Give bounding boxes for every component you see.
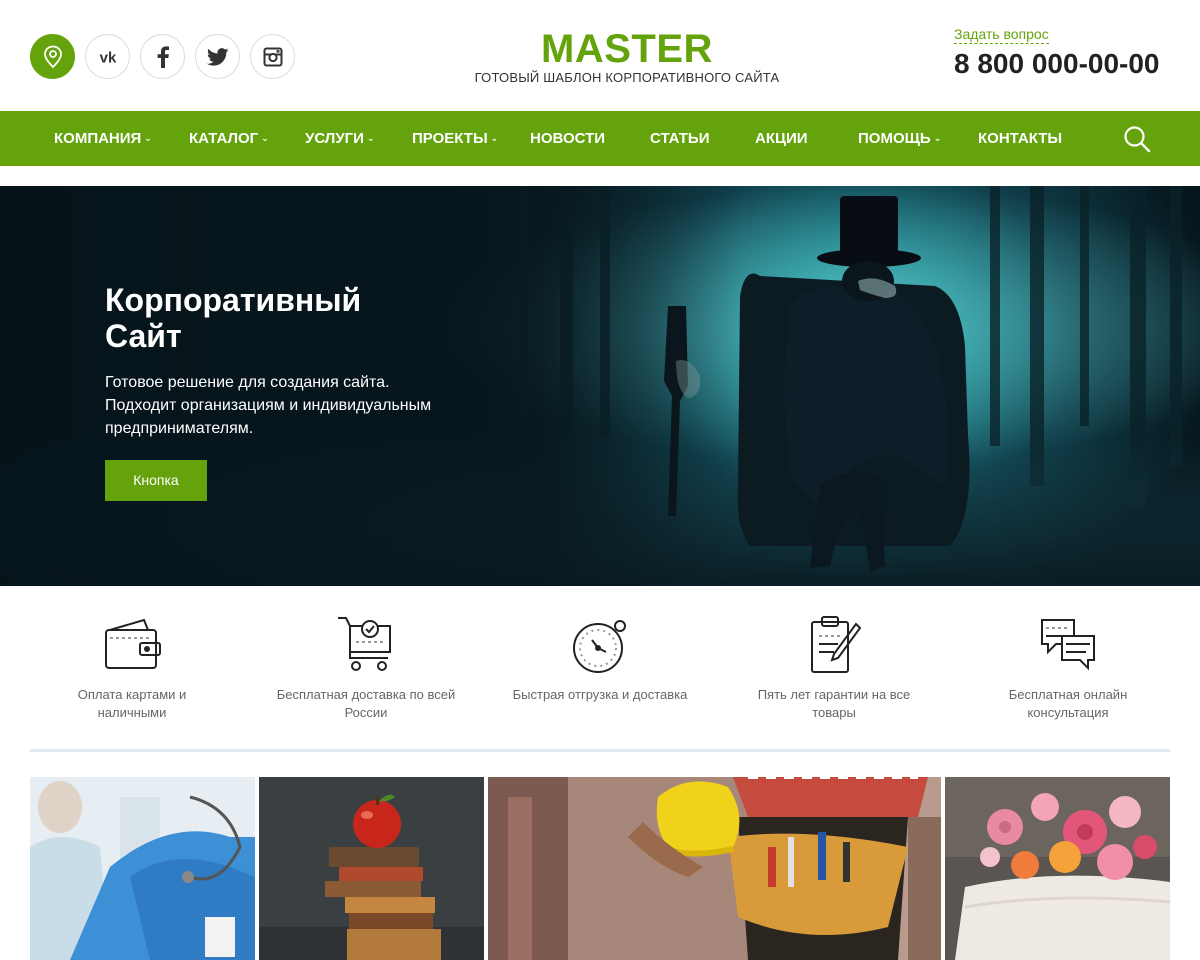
doctor-image[interactable] bbox=[30, 777, 255, 960]
nav-item-label: ПОМОЩЬ bbox=[858, 130, 931, 147]
feature-label: Пять лет гарантии на все товары bbox=[757, 687, 911, 720]
section-divider bbox=[30, 749, 1170, 752]
nav-item-news[interactable]: НОВОСТИ bbox=[530, 111, 605, 166]
hero-banner: Корпоративный Сайт Готовое решение для с… bbox=[0, 186, 1200, 586]
feature-consultation: Бесплатная онлайн консультация bbox=[978, 612, 1158, 722]
search-icon[interactable] bbox=[1122, 124, 1152, 154]
books-apple-image[interactable] bbox=[259, 777, 484, 960]
chevron-down-icon: ⌄ bbox=[144, 133, 152, 143]
chevron-down-icon: ⌄ bbox=[933, 133, 942, 143]
chevron-down-icon: ⌄ bbox=[261, 133, 269, 143]
main-nav: КОМПАНИЯ ⌄ КАТАЛОГ ⌄ УСЛУГИ ⌄ ПРОЕКТЫ ⌄ НОВО… bbox=[0, 111, 1200, 166]
site-header: vk MASTER ГОТОВЫЙ ШАБЛОН КОРПОРАТИВНОГО … bbox=[0, 0, 1200, 111]
feature-shipping: Быстрая отгрузка и доставка bbox=[510, 612, 690, 704]
chat-bubbles-icon bbox=[1041, 619, 1095, 671]
nav-item-help[interactable]: ПОМОЩЬ ⌄ bbox=[858, 111, 941, 166]
feature-payment: Оплата картами и наличными bbox=[42, 612, 222, 722]
nav-item-promotions[interactable]: АКЦИИ bbox=[755, 111, 808, 166]
phone-number[interactable]: 8 800 000-00-00 bbox=[954, 48, 1170, 80]
nav-item-company[interactable]: КОМПАНИЯ ⌄ bbox=[54, 111, 152, 166]
chevron-down-icon: ⌄ bbox=[366, 133, 375, 143]
nav-item-contacts[interactable]: КОНТАКТЫ bbox=[978, 111, 1062, 166]
nav-item-articles[interactable]: СТАТЬИ bbox=[650, 111, 710, 166]
nav-item-label: КОМПАНИЯ bbox=[54, 130, 142, 147]
hero-button[interactable]: Кнопка bbox=[105, 460, 207, 501]
nav-item-label: ПРОЕКТЫ bbox=[412, 130, 488, 147]
chevron-down-icon: ⌄ bbox=[490, 133, 499, 143]
nav-item-label: СТАТЬИ bbox=[650, 130, 710, 147]
nav-item-label: КАТАЛОГ bbox=[189, 130, 259, 147]
feature-label: Бесплатная онлайн консультация bbox=[1008, 687, 1128, 720]
nav-item-projects[interactable]: ПРОЕКТЫ ⌄ bbox=[412, 111, 498, 166]
category-tiles bbox=[0, 777, 1200, 960]
ask-question-link[interactable]: Задать вопрос bbox=[954, 26, 1049, 44]
feature-label: Оплата картами и наличными bbox=[77, 687, 187, 720]
hero-description: Готовое решение для создания сайта. Подх… bbox=[105, 374, 432, 437]
nav-item-label: НОВОСТИ bbox=[530, 130, 606, 147]
wallet-icon bbox=[105, 618, 161, 669]
clipboard-pen-icon bbox=[811, 616, 862, 673]
nav-item-services[interactable]: УСЛУГИ ⌄ bbox=[305, 111, 374, 166]
header-contact: Задать вопрос 8 800 000-00-00 bbox=[954, 26, 1170, 80]
features-row: Оплата картами и наличными Бесплатная до… bbox=[0, 600, 1200, 730]
nav-item-catalog[interactable]: КАТАЛОГ ⌄ bbox=[189, 111, 269, 166]
cart-check-icon bbox=[338, 617, 391, 671]
nav-item-label: УСЛУГИ bbox=[305, 130, 364, 147]
worker-tools-image[interactable] bbox=[488, 777, 941, 960]
cake-flowers-image[interactable] bbox=[945, 777, 1170, 960]
feature-warranty: Пять лет гарантии на все товары bbox=[744, 612, 924, 722]
feature-delivery: Бесплатная доставка по всей России bbox=[276, 612, 456, 722]
nav-item-label: АКЦИИ bbox=[755, 130, 808, 147]
hero-title: Корпоративный Сайт bbox=[105, 282, 362, 354]
feature-label: Быстрая отгрузка и доставка bbox=[512, 687, 688, 702]
nav-item-label: КОНТАКТЫ bbox=[978, 130, 1063, 147]
feature-label: Бесплатная доставка по всей России bbox=[276, 687, 456, 720]
stopwatch-icon bbox=[573, 620, 626, 673]
